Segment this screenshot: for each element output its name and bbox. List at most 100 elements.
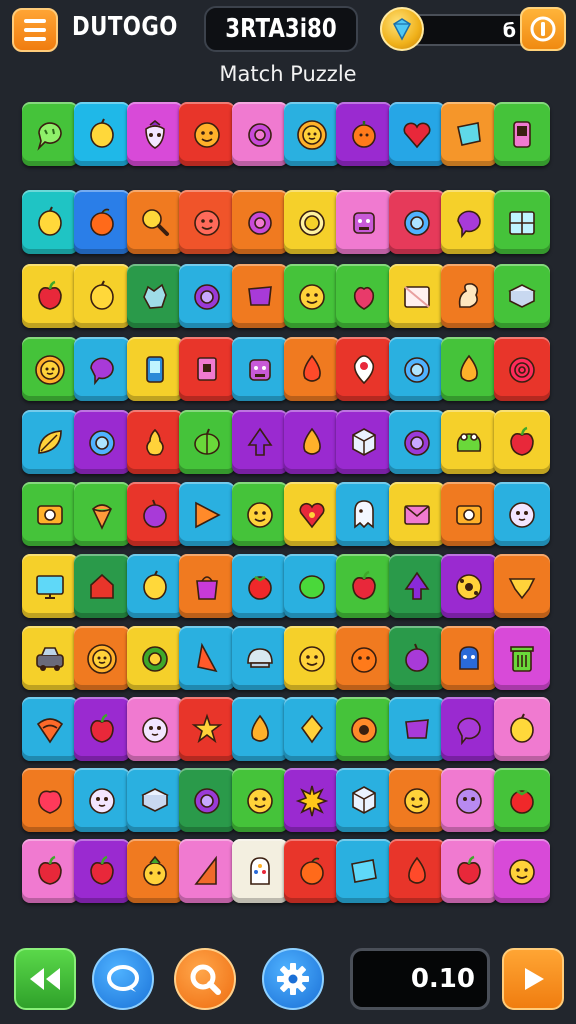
puzzle-tile[interactable]: [336, 190, 392, 254]
puzzle-tile[interactable]: [74, 697, 130, 761]
settings-button[interactable]: [262, 948, 324, 1010]
puzzle-tile[interactable]: [232, 337, 288, 401]
puzzle-tile[interactable]: [284, 190, 340, 254]
puzzle-tile[interactable]: [232, 102, 288, 166]
puzzle-tile[interactable]: [389, 839, 445, 903]
puzzle-tile[interactable]: [179, 102, 235, 166]
puzzle-tile[interactable]: [389, 768, 445, 832]
puzzle-tile[interactable]: [127, 190, 183, 254]
puzzle-tile[interactable]: [336, 554, 392, 618]
puzzle-tile[interactable]: [441, 768, 497, 832]
puzzle-tile[interactable]: [127, 264, 183, 328]
puzzle-tile[interactable]: [336, 410, 392, 474]
puzzle-tile[interactable]: [284, 337, 340, 401]
puzzle-tile[interactable]: [74, 839, 130, 903]
puzzle-tile[interactable]: [336, 482, 392, 546]
puzzle-tile[interactable]: [494, 337, 550, 401]
puzzle-tile[interactable]: [389, 626, 445, 690]
puzzle-tile[interactable]: [232, 264, 288, 328]
puzzle-tile[interactable]: [127, 554, 183, 618]
puzzle-tile[interactable]: [284, 102, 340, 166]
puzzle-tile[interactable]: [232, 626, 288, 690]
puzzle-tile[interactable]: [336, 768, 392, 832]
puzzle-tile[interactable]: [22, 697, 78, 761]
puzzle-tile[interactable]: [441, 264, 497, 328]
play-button[interactable]: [502, 948, 564, 1010]
puzzle-tile[interactable]: [127, 337, 183, 401]
puzzle-tile[interactable]: [284, 626, 340, 690]
puzzle-tile[interactable]: [179, 190, 235, 254]
puzzle-tile[interactable]: [74, 190, 130, 254]
puzzle-tile[interactable]: [441, 410, 497, 474]
puzzle-tile[interactable]: [74, 554, 130, 618]
puzzle-tile[interactable]: [232, 697, 288, 761]
puzzle-tile[interactable]: [127, 102, 183, 166]
puzzle-tile[interactable]: [284, 768, 340, 832]
puzzle-tile[interactable]: [22, 626, 78, 690]
puzzle-tile[interactable]: [74, 768, 130, 832]
rewind-button[interactable]: [14, 948, 76, 1010]
puzzle-tile[interactable]: [389, 482, 445, 546]
puzzle-tile[interactable]: [284, 554, 340, 618]
puzzle-tile[interactable]: [22, 554, 78, 618]
puzzle-tile[interactable]: [179, 264, 235, 328]
puzzle-tile[interactable]: [179, 839, 235, 903]
puzzle-tile[interactable]: [127, 482, 183, 546]
puzzle-tile[interactable]: [179, 337, 235, 401]
puzzle-tile[interactable]: [127, 697, 183, 761]
puzzle-tile[interactable]: [284, 839, 340, 903]
puzzle-tile[interactable]: [336, 626, 392, 690]
puzzle-tile[interactable]: [232, 554, 288, 618]
puzzle-tile[interactable]: [336, 839, 392, 903]
puzzle-tile[interactable]: [389, 410, 445, 474]
puzzle-tile[interactable]: [336, 102, 392, 166]
puzzle-tile[interactable]: [336, 264, 392, 328]
coin-add-button[interactable]: [520, 7, 566, 51]
puzzle-tile[interactable]: [441, 482, 497, 546]
puzzle-tile[interactable]: [494, 190, 550, 254]
puzzle-tile[interactable]: [179, 482, 235, 546]
puzzle-tile[interactable]: [22, 768, 78, 832]
puzzle-tile[interactable]: [441, 839, 497, 903]
puzzle-tile[interactable]: [179, 697, 235, 761]
puzzle-tile[interactable]: [284, 410, 340, 474]
puzzle-tile[interactable]: [389, 102, 445, 166]
puzzle-tile[interactable]: [22, 839, 78, 903]
puzzle-tile[interactable]: [22, 264, 78, 328]
puzzle-tile[interactable]: [232, 482, 288, 546]
puzzle-tile[interactable]: [22, 410, 78, 474]
puzzle-tile[interactable]: [494, 264, 550, 328]
puzzle-tile[interactable]: [232, 839, 288, 903]
puzzle-tile[interactable]: [22, 337, 78, 401]
puzzle-tile[interactable]: [179, 626, 235, 690]
puzzle-tile[interactable]: [74, 410, 130, 474]
puzzle-tile[interactable]: [232, 190, 288, 254]
puzzle-tile[interactable]: [494, 768, 550, 832]
puzzle-tile[interactable]: [441, 102, 497, 166]
puzzle-tile[interactable]: [74, 482, 130, 546]
puzzle-tile[interactable]: [441, 626, 497, 690]
puzzle-tile[interactable]: [74, 264, 130, 328]
puzzle-tile[interactable]: [494, 102, 550, 166]
puzzle-tile[interactable]: [441, 190, 497, 254]
puzzle-tile[interactable]: [22, 102, 78, 166]
puzzle-tile[interactable]: [127, 626, 183, 690]
puzzle-tile[interactable]: [284, 697, 340, 761]
puzzle-tile[interactable]: [232, 768, 288, 832]
puzzle-tile[interactable]: [336, 337, 392, 401]
hint-button[interactable]: [92, 948, 154, 1010]
puzzle-tile[interactable]: [389, 554, 445, 618]
puzzle-tile[interactable]: [179, 554, 235, 618]
menu-button[interactable]: [12, 8, 58, 52]
puzzle-tile[interactable]: [127, 410, 183, 474]
puzzle-tile[interactable]: [494, 410, 550, 474]
puzzle-tile[interactable]: [22, 482, 78, 546]
puzzle-tile[interactable]: [179, 768, 235, 832]
puzzle-tile[interactable]: [494, 697, 550, 761]
puzzle-tile[interactable]: [494, 626, 550, 690]
puzzle-tile[interactable]: [179, 410, 235, 474]
puzzle-tile[interactable]: [74, 337, 130, 401]
puzzle-tile[interactable]: [389, 697, 445, 761]
puzzle-tile[interactable]: [389, 337, 445, 401]
puzzle-tile[interactable]: [389, 264, 445, 328]
